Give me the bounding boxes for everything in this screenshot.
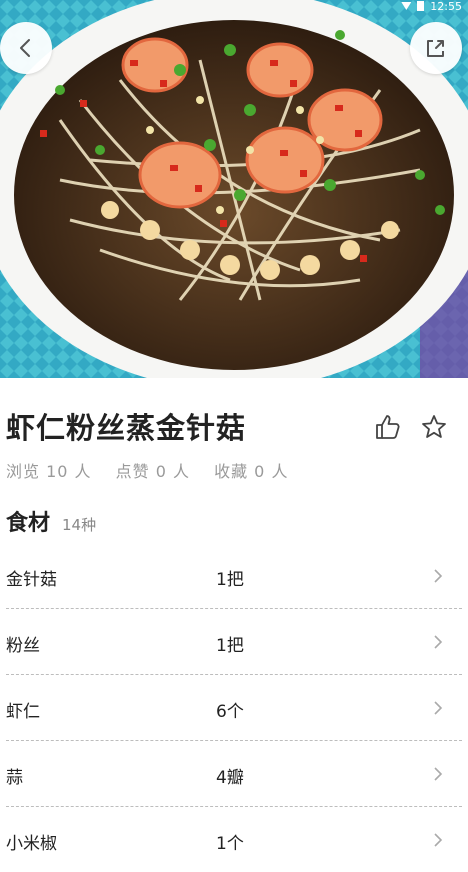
chevron-left-icon xyxy=(20,39,30,57)
like-count: 点赞 0 人 xyxy=(115,462,190,481)
signal-icon xyxy=(401,2,412,10)
ingredients-title: 食材 xyxy=(6,511,51,536)
ingredient-row[interactable]: 虾仁 6个 xyxy=(6,675,462,741)
recipe-stats: 浏览 10 人 点赞 0 人 收藏 0 人 xyxy=(6,458,306,482)
share-button[interactable] xyxy=(410,22,462,74)
favorite-count: 收藏 0 人 xyxy=(214,462,289,481)
ingredients-list: 金针菇 1把 粉丝 1把 虾仁 6个 蒜 4瓣 小米椒 1个 xyxy=(0,543,468,872)
ingredient-row[interactable]: 小米椒 1个 xyxy=(6,807,462,872)
chevron-right-icon xyxy=(434,569,443,583)
ingredient-name: 虾仁 xyxy=(6,702,40,722)
ingredient-qty: 1个 xyxy=(216,834,244,854)
recipe-title: 虾仁粉丝蒸金针菇 xyxy=(6,411,247,445)
battery-icon xyxy=(417,1,425,11)
ingredient-row[interactable]: 粉丝 1把 xyxy=(6,609,462,675)
star-icon[interactable] xyxy=(420,413,448,441)
ingredient-qty: 1把 xyxy=(216,636,244,656)
ingredient-name: 金针菇 xyxy=(6,570,57,590)
chevron-right-icon xyxy=(434,635,443,649)
status-bar: 12:55 xyxy=(401,0,468,13)
share-icon xyxy=(427,40,444,57)
ingredient-name: 粉丝 xyxy=(6,636,40,656)
chevron-right-icon xyxy=(434,767,443,781)
ingredient-row[interactable]: 蒜 4瓣 xyxy=(6,741,462,807)
ingredients-count: 14种 xyxy=(62,516,97,534)
chevron-right-icon xyxy=(434,833,443,847)
ingredient-qty: 6个 xyxy=(216,702,244,722)
status-time: 12:55 xyxy=(430,0,462,13)
thumbs-up-icon[interactable] xyxy=(374,413,402,441)
ingredients-header: 食材 14种 xyxy=(6,505,96,537)
ingredient-qty: 1把 xyxy=(216,570,244,590)
recipe-title-row: 虾仁粉丝蒸金针菇 xyxy=(6,405,462,453)
ingredient-name: 蒜 xyxy=(6,768,23,788)
ingredient-row[interactable]: 金针菇 1把 xyxy=(6,543,462,609)
chevron-right-icon xyxy=(434,701,443,715)
dish-photo xyxy=(0,0,468,378)
ingredient-qty: 4瓣 xyxy=(216,768,244,788)
ingredient-name: 小米椒 xyxy=(6,834,57,854)
back-button[interactable] xyxy=(0,22,52,74)
view-count: 浏览 10 人 xyxy=(6,462,92,481)
recipe-hero-image: 12:55 xyxy=(0,0,468,378)
recipe-actions xyxy=(374,413,448,441)
